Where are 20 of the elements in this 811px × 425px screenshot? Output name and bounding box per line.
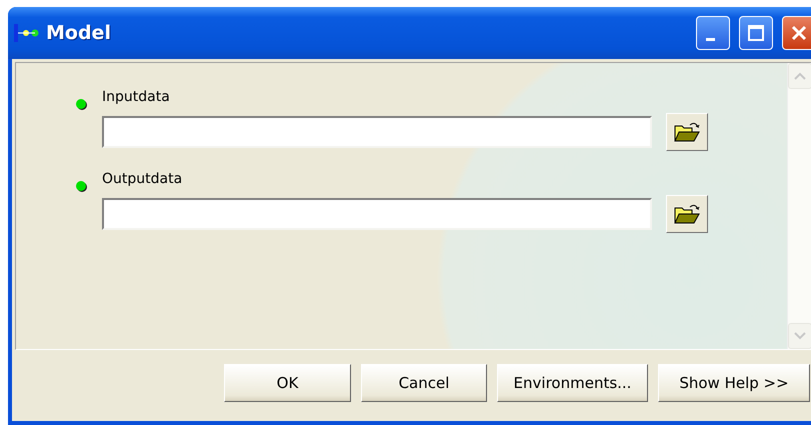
input-field[interactable] xyxy=(102,116,652,148)
model-icon xyxy=(14,24,40,42)
maximize-icon xyxy=(747,24,765,42)
minimize-button[interactable] xyxy=(696,16,730,50)
dialog-button[interactable]: Show Help >> xyxy=(658,364,810,402)
close-button[interactable] xyxy=(782,16,811,50)
window-title: Model xyxy=(46,22,112,44)
browse-button[interactable] xyxy=(666,113,708,151)
dialog-button[interactable]: Cancel xyxy=(361,364,487,402)
parameter-label: Inputdata xyxy=(102,89,171,107)
close-icon xyxy=(790,24,808,42)
input-field[interactable] xyxy=(102,198,652,230)
folder-icon xyxy=(674,121,700,143)
browse-button[interactable] xyxy=(666,195,708,233)
maximize-button[interactable] xyxy=(739,16,773,50)
dialog-button[interactable]: Environments... xyxy=(497,364,648,402)
folder-icon xyxy=(674,203,700,225)
dialog-button[interactable]: OK xyxy=(224,364,351,402)
parameter-label: Outputdata xyxy=(102,171,184,189)
minimize-icon xyxy=(706,38,714,40)
